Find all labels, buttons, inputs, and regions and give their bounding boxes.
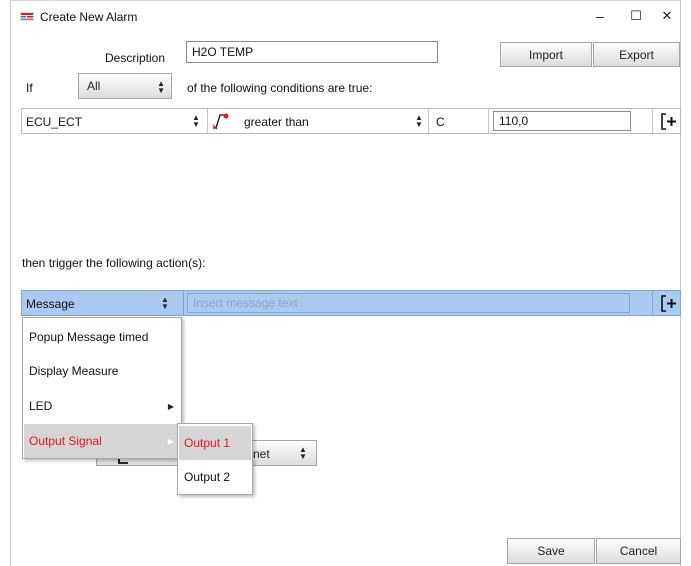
- menu-item-led[interactable]: LED ▶: [24, 389, 180, 423]
- add-condition-icon[interactable]: [661, 113, 677, 130]
- actions-heading: then trigger the following action(s):: [22, 256, 206, 270]
- condition-row[interactable]: ECU_ECT ▲ ▼ greater than ▲ ▼ C 110,0: [21, 108, 681, 134]
- title-bar: Create New Alarm – ☐ ✕: [11, 0, 680, 30]
- output-submenu: Output 1 Output 2: [177, 423, 253, 495]
- window-title: Create New Alarm: [40, 10, 138, 24]
- maximize-icon: ☐: [630, 8, 642, 23]
- add-action-icon[interactable]: [661, 295, 677, 312]
- message-text-input[interactable]: Insert message text: [187, 293, 630, 313]
- minimize-button[interactable]: –: [582, 1, 618, 31]
- if-label: If: [26, 81, 33, 95]
- submenu-item-output-2[interactable]: Output 2: [179, 460, 251, 494]
- minimize-icon: –: [596, 8, 604, 24]
- match-mode-select[interactable]: All ▲ ▼: [78, 73, 172, 99]
- close-button[interactable]: ✕: [649, 1, 685, 31]
- condition-channel: ECU_ECT: [26, 115, 83, 129]
- condition-unit: C: [436, 115, 445, 129]
- rising-edge-icon: [212, 113, 229, 130]
- condition-value-input[interactable]: 110,0: [493, 111, 631, 131]
- close-icon: ✕: [661, 8, 673, 23]
- match-mode-value: All: [87, 79, 101, 93]
- save-button[interactable]: Save: [507, 538, 595, 564]
- conditions-suffix-label: of the following conditions are true:: [187, 81, 373, 95]
- condition-operator: greater than: [244, 115, 309, 129]
- operator-updown-icon[interactable]: ▲ ▼: [415, 114, 423, 129]
- export-button[interactable]: Export: [593, 42, 680, 67]
- submenu-arrow-icon: ▶: [167, 436, 174, 446]
- cancel-button[interactable]: Cancel: [596, 538, 681, 564]
- alarm-app-icon: [20, 12, 34, 21]
- hidden-select-updown-icon: ▲ ▼: [299, 445, 307, 461]
- action-type-menu: Popup Message timed Display Measure LED …: [22, 317, 182, 459]
- menu-item-output-signal[interactable]: Output Signal ▶: [24, 424, 180, 458]
- import-button[interactable]: Import: [500, 42, 592, 67]
- action-row[interactable]: Message ▲ ▼ Insert message text: [21, 290, 681, 316]
- updown-arrows-icon: ▲ ▼: [157, 79, 165, 95]
- action-type-value: Message: [26, 297, 75, 311]
- menu-item-popup-message-timed[interactable]: Popup Message timed: [24, 320, 180, 354]
- create-alarm-window: Create New Alarm – ☐ ✕ Description H2O T…: [10, 0, 681, 566]
- description-input[interactable]: H2O TEMP: [186, 41, 438, 63]
- hidden-select-text: net: [253, 447, 270, 461]
- menu-item-display-measure[interactable]: Display Measure: [24, 354, 180, 388]
- submenu-item-output-1[interactable]: Output 1: [179, 426, 251, 460]
- submenu-arrow-icon: ▶: [167, 401, 174, 411]
- action-type-updown-icon[interactable]: ▲ ▼: [161, 296, 169, 311]
- channel-updown-icon[interactable]: ▲ ▼: [192, 114, 200, 129]
- description-label: Description: [105, 51, 166, 65]
